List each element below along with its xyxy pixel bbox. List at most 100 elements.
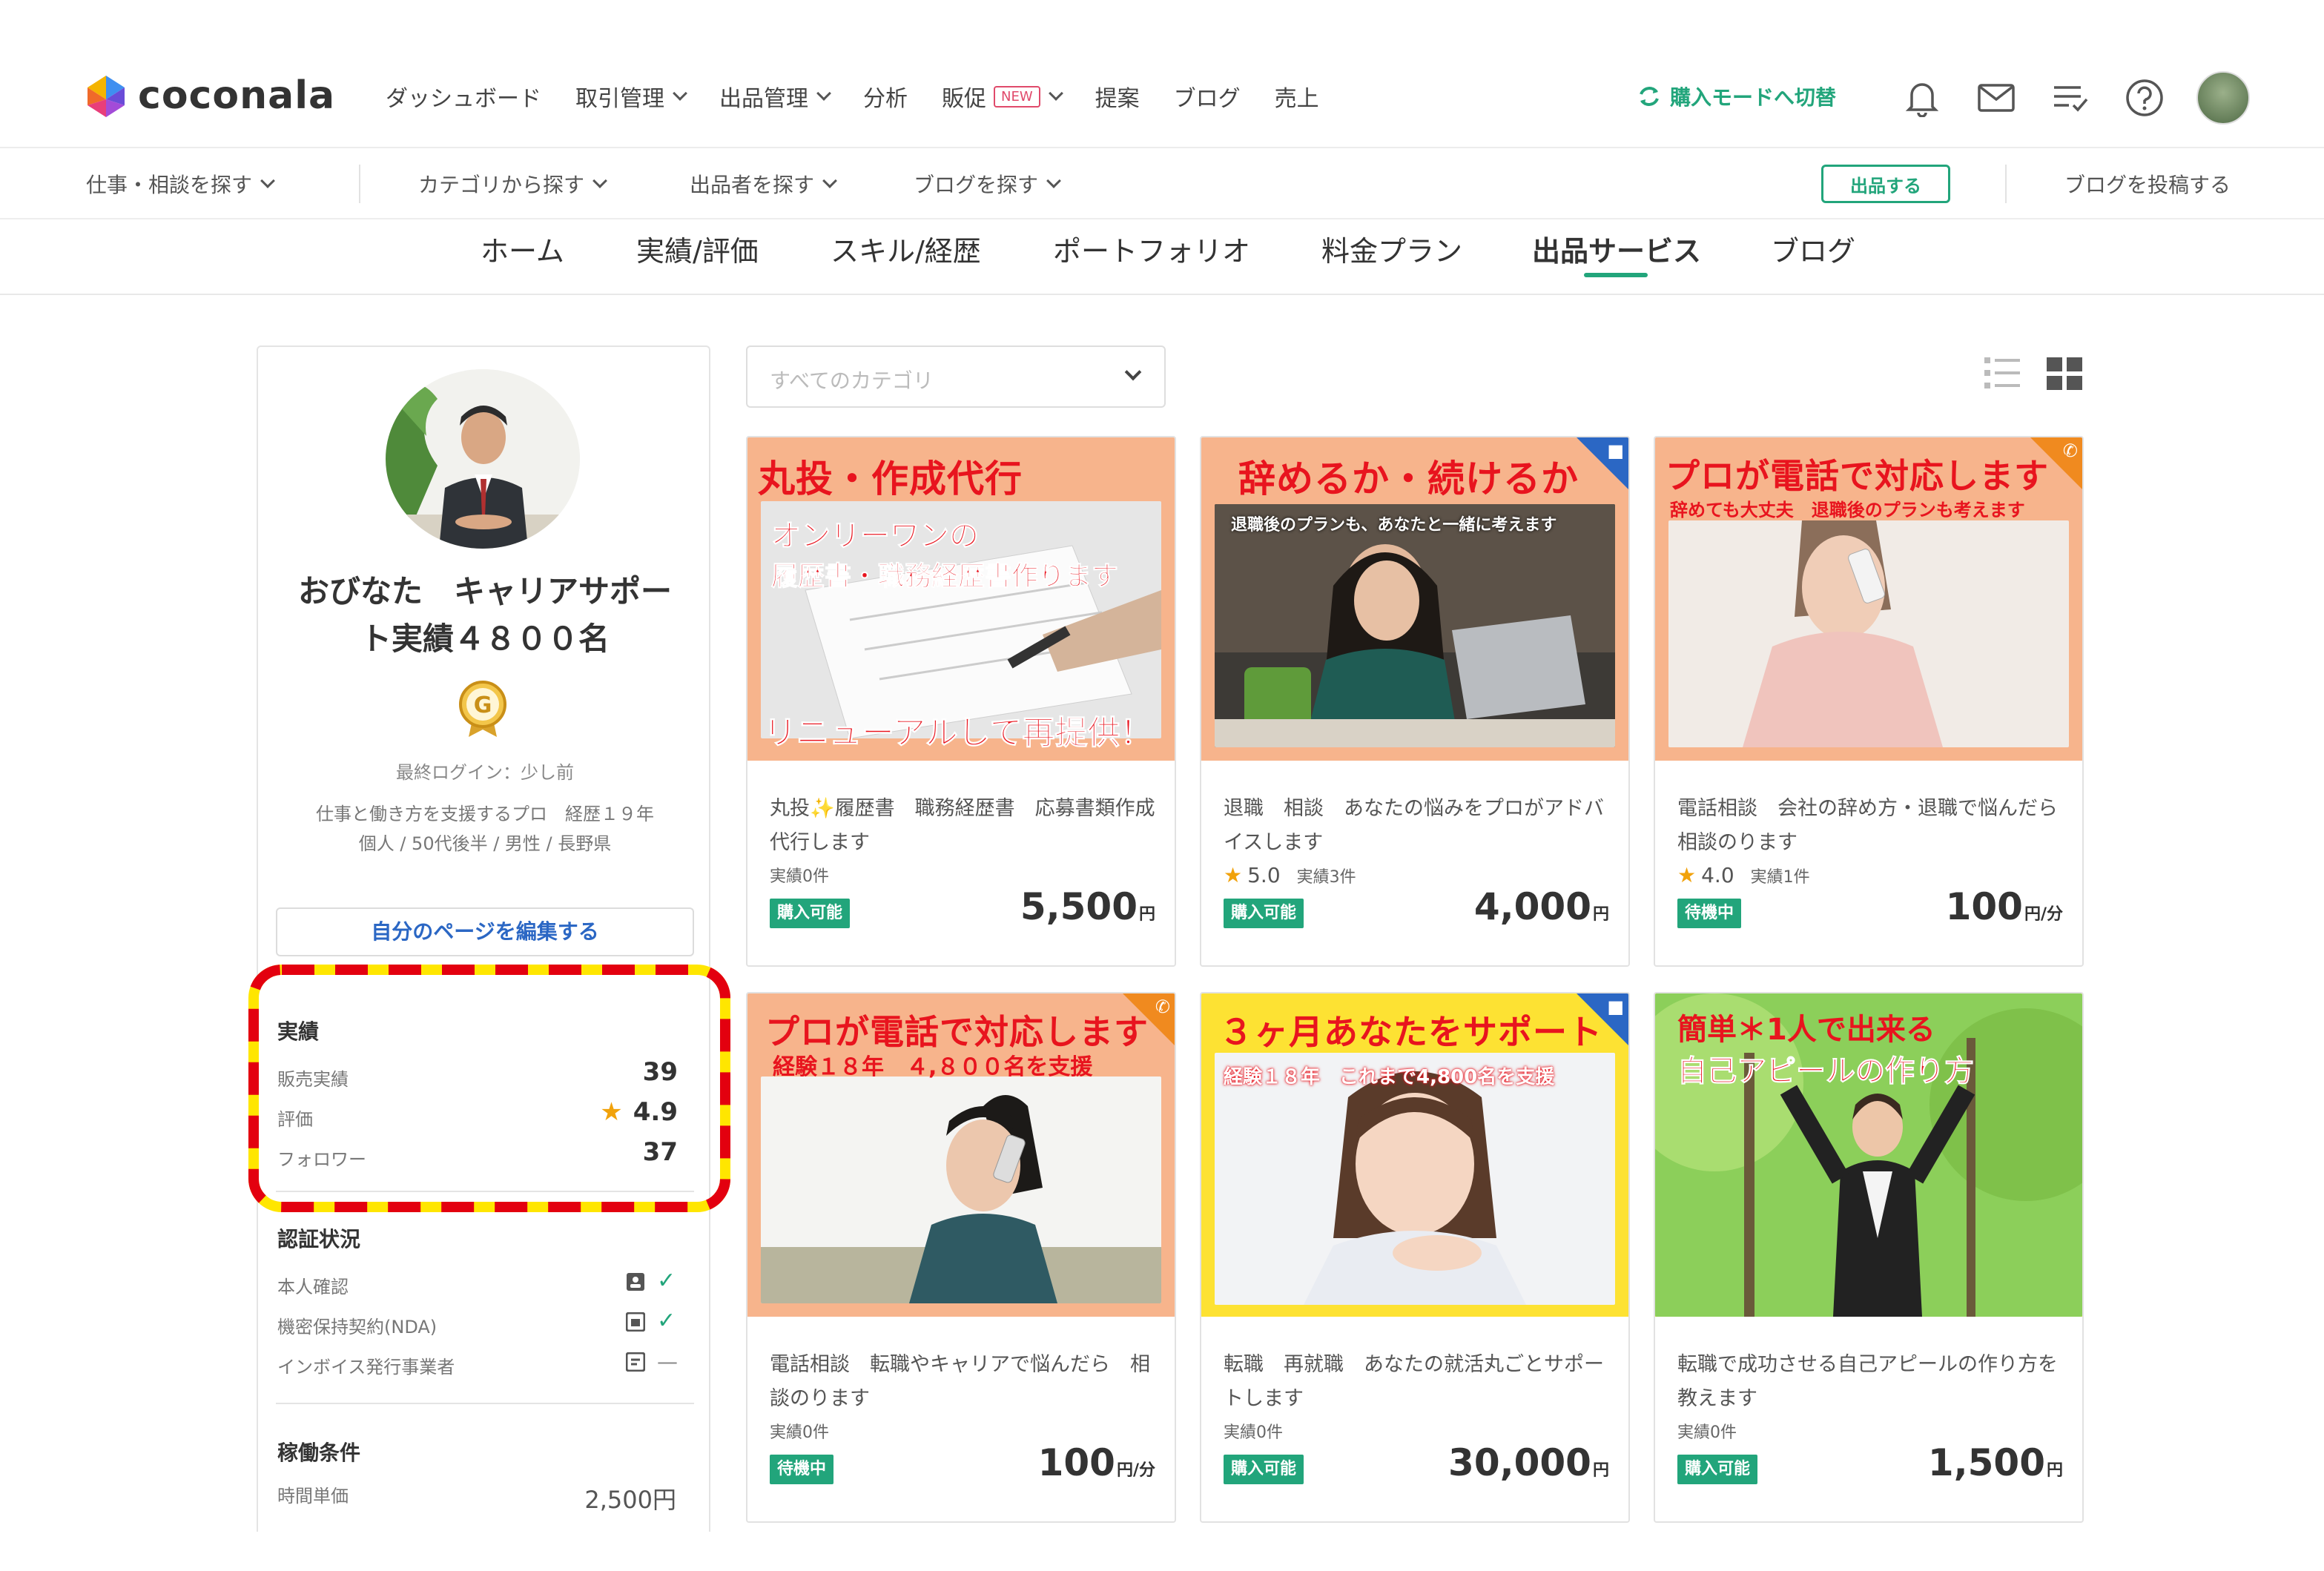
subnav-find-seller[interactable]: 出品者を探す [690,169,837,199]
service-card[interactable]: プロが電話で対応します 辞めても大丈夫 退職後のプランも考えます ✆ 電話相談 … [1654,436,2084,967]
thumb-sub1: 経験１８年 これまで4,800名を支援 [1224,1066,1555,1088]
sales-count: 実績0件 [770,1423,829,1442]
thumb-sub1: 辞めても大丈夫 退職後のプランも考えます [1670,500,2025,520]
tab-skills[interactable]: スキル/経歴 [831,228,981,269]
status-badge: 購入可能 [1677,1455,1758,1484]
sales-count: 実績1件 [1750,868,1810,887]
service-description: 退職 相談 あなたの悩みをプロがアドバイスします [1224,797,1604,854]
subnav-find-work-label: 仕事・相談を探す [86,173,253,197]
mail-icon[interactable] [1974,76,2018,120]
chevron-down-icon [1048,86,1063,101]
tab-services[interactable]: 出品サービス [1532,228,1701,269]
phone-icon: ✆ [2062,440,2078,461]
category-select[interactable]: すべてのカテゴリ [746,345,1166,408]
subnav-find-category[interactable]: カテゴリから探す [418,169,607,199]
service-thumbnail: 簡単＊1人で出来る 自己アピールの作り方 [1655,993,2082,1317]
price-unit: 円/分 [1116,1461,1155,1480]
video-icon: ■ [1607,440,1624,461]
service-description: 電話相談 会社の辞め方・退職で悩んだら相談のります [1677,797,2058,854]
service-description: 転職 再就職 あなたの就活丸ごとサポートします [1224,1353,1604,1410]
tab-blog[interactable]: ブログ [1771,228,1855,269]
highlight-annotation [248,964,731,1213]
logo-mark-icon [83,73,129,119]
category-select-placeholder: すべてのカテゴリ [770,368,934,393]
chevron-down-icon [816,86,831,101]
thumb-photo-woman-phone [1668,520,2069,747]
service-card[interactable]: ３ヶ月あなたをサポート 経験１８年 これまで4,800名を支援 ■ 転職 再就職… [1200,992,1630,1523]
subnav-find-work[interactable]: 仕事・相談を探す [86,169,275,199]
nav-proposals[interactable]: 提案 [1095,80,1140,113]
global-nav: ダッシュボード 取引管理 出品管理 分析 販促 NEW 提案 ブログ 売上 [386,80,1353,113]
tab-home[interactable]: ホーム [481,228,564,269]
star-icon: ★ [1224,863,1243,887]
thumb-sub1: オンリーワンの [771,519,980,554]
help-icon[interactable] [2122,76,2167,120]
id-card-icon [627,1273,644,1291]
switch-to-buyer-mode[interactable]: 購入モードへ切替 [1636,82,1836,111]
badge-letter: G [474,692,492,718]
post-blog-link[interactable]: ブログを投稿する [2064,169,2231,199]
grid-view-icon[interactable] [2047,357,2082,390]
status-badge: 待機中 [770,1455,834,1484]
user-avatar[interactable] [2196,71,2250,125]
tab-reviews[interactable]: 実績/評価 [636,228,759,269]
todo-list-icon[interactable] [2048,76,2093,120]
profile-sidebar: おびなた キャリアサポート実績４８００名 G 最終ログイン：少し前 仕事と働き方… [257,345,710,1532]
profile-photo [386,369,580,549]
service-card[interactable]: 丸投・作成代行 オンリーワンの 履歴書・職務経歴書作ります リニューアルして再提… [746,436,1176,967]
service-meta: 実績0件 [1677,1419,1737,1443]
nav-transactions[interactable]: 取引管理 [575,80,687,113]
nav-sales-label: 売上 [1274,86,1319,112]
thumb-title: 丸投・作成代行 [758,457,1023,500]
logo[interactable]: coconala [83,73,335,119]
cert-identity: 本人確認 ✓ [277,1266,693,1300]
service-card[interactable]: プロが電話で対応します 経験１８年 ４,８００名を支援 ✆ 電話相談 転職やキャ… [746,992,1176,1523]
new-badge: NEW [994,85,1040,108]
not-verified-dash: — [657,1349,678,1374]
thumb-sub2: 履歴書・職務経歴書作ります [770,561,1119,592]
sidebar-divider [276,1403,694,1404]
nav-blog[interactable]: ブログ [1174,80,1241,113]
tagline-line-2: 個人 / 50代後半 / 男性 / 長野県 [358,833,612,854]
service-thumbnail: 辞めるか・続けるか 退職後のプランも、あなたと一緒に考えます ■ [1201,437,1628,761]
phone-icon: ✆ [1155,996,1170,1017]
service-price: 4,000円 [1474,885,1609,928]
nav-sales[interactable]: 売上 [1275,80,1319,113]
service-price: 1,500円 [1928,1441,2063,1484]
service-card[interactable]: 簡単＊1人で出来る 自己アピールの作り方 転職で成功させる自己アピールの作り方を… [1654,992,2084,1523]
tab-pricing[interactable]: 料金プラン [1321,228,1462,269]
service-price: 5,500円 [1020,885,1155,928]
thumb-title: 辞めるか・続けるか [1238,457,1579,500]
sub-navigation: 仕事・相談を探す カテゴリから探す 出品者を探す ブログを探す 出品する ブログ… [0,148,2324,219]
nav-listings-label: 出品管理 [719,86,808,112]
thumb-bottom: リニューアルして再提供！ [763,714,1153,753]
nav-dashboard[interactable]: ダッシュボード [386,80,541,113]
thumb-sub1: 退職後のプランも、あなたと一緒に考えます [1231,516,1557,535]
chevron-down-icon [260,173,275,188]
list-view-icon[interactable] [1984,357,2020,388]
last-login: 最終ログイン：少し前 [396,762,574,783]
post-service-button[interactable]: 出品する [1821,165,1950,203]
service-thumbnail: ３ヶ月あなたをサポート 経験１８年 これまで4,800名を支援 ■ [1201,993,1628,1317]
hourly-rate-value: 2,500円 [584,1486,676,1514]
nav-promotion[interactable]: 販促 NEW [942,80,1063,113]
check-icon: ✓ [657,1268,676,1294]
edit-profile-button[interactable]: 自分のページを編集する [276,907,694,956]
nav-listings[interactable]: 出品管理 [719,80,831,113]
nav-promotion-label: 販促 [942,86,986,112]
thumb-sub1: 自己アピールの作り方 [1677,1054,1975,1089]
tab-portfolio[interactable]: ポートフォリオ [1053,228,1250,269]
nav-analytics[interactable]: 分析 [863,80,908,113]
thumb-title: プロが電話で対応します [765,1012,1149,1052]
subnav-find-blog[interactable]: ブログを探す [914,169,1061,199]
subnav-divider [359,165,360,203]
price-value: 30,000 [1448,1441,1591,1484]
bell-icon[interactable] [1900,76,1944,120]
logo-text: coconala [138,73,336,118]
service-card[interactable]: 辞めるか・続けるか 退職後のプランも、あなたと一緒に考えます ■ 退職 相談 あ… [1200,436,1630,967]
invoice-icon [626,1352,645,1372]
active-tab-indicator [1584,273,1648,277]
certification-title: 認証状況 [277,1227,361,1251]
service-price: 30,000円 [1448,1441,1609,1484]
price-unit: 円 [1138,905,1155,924]
